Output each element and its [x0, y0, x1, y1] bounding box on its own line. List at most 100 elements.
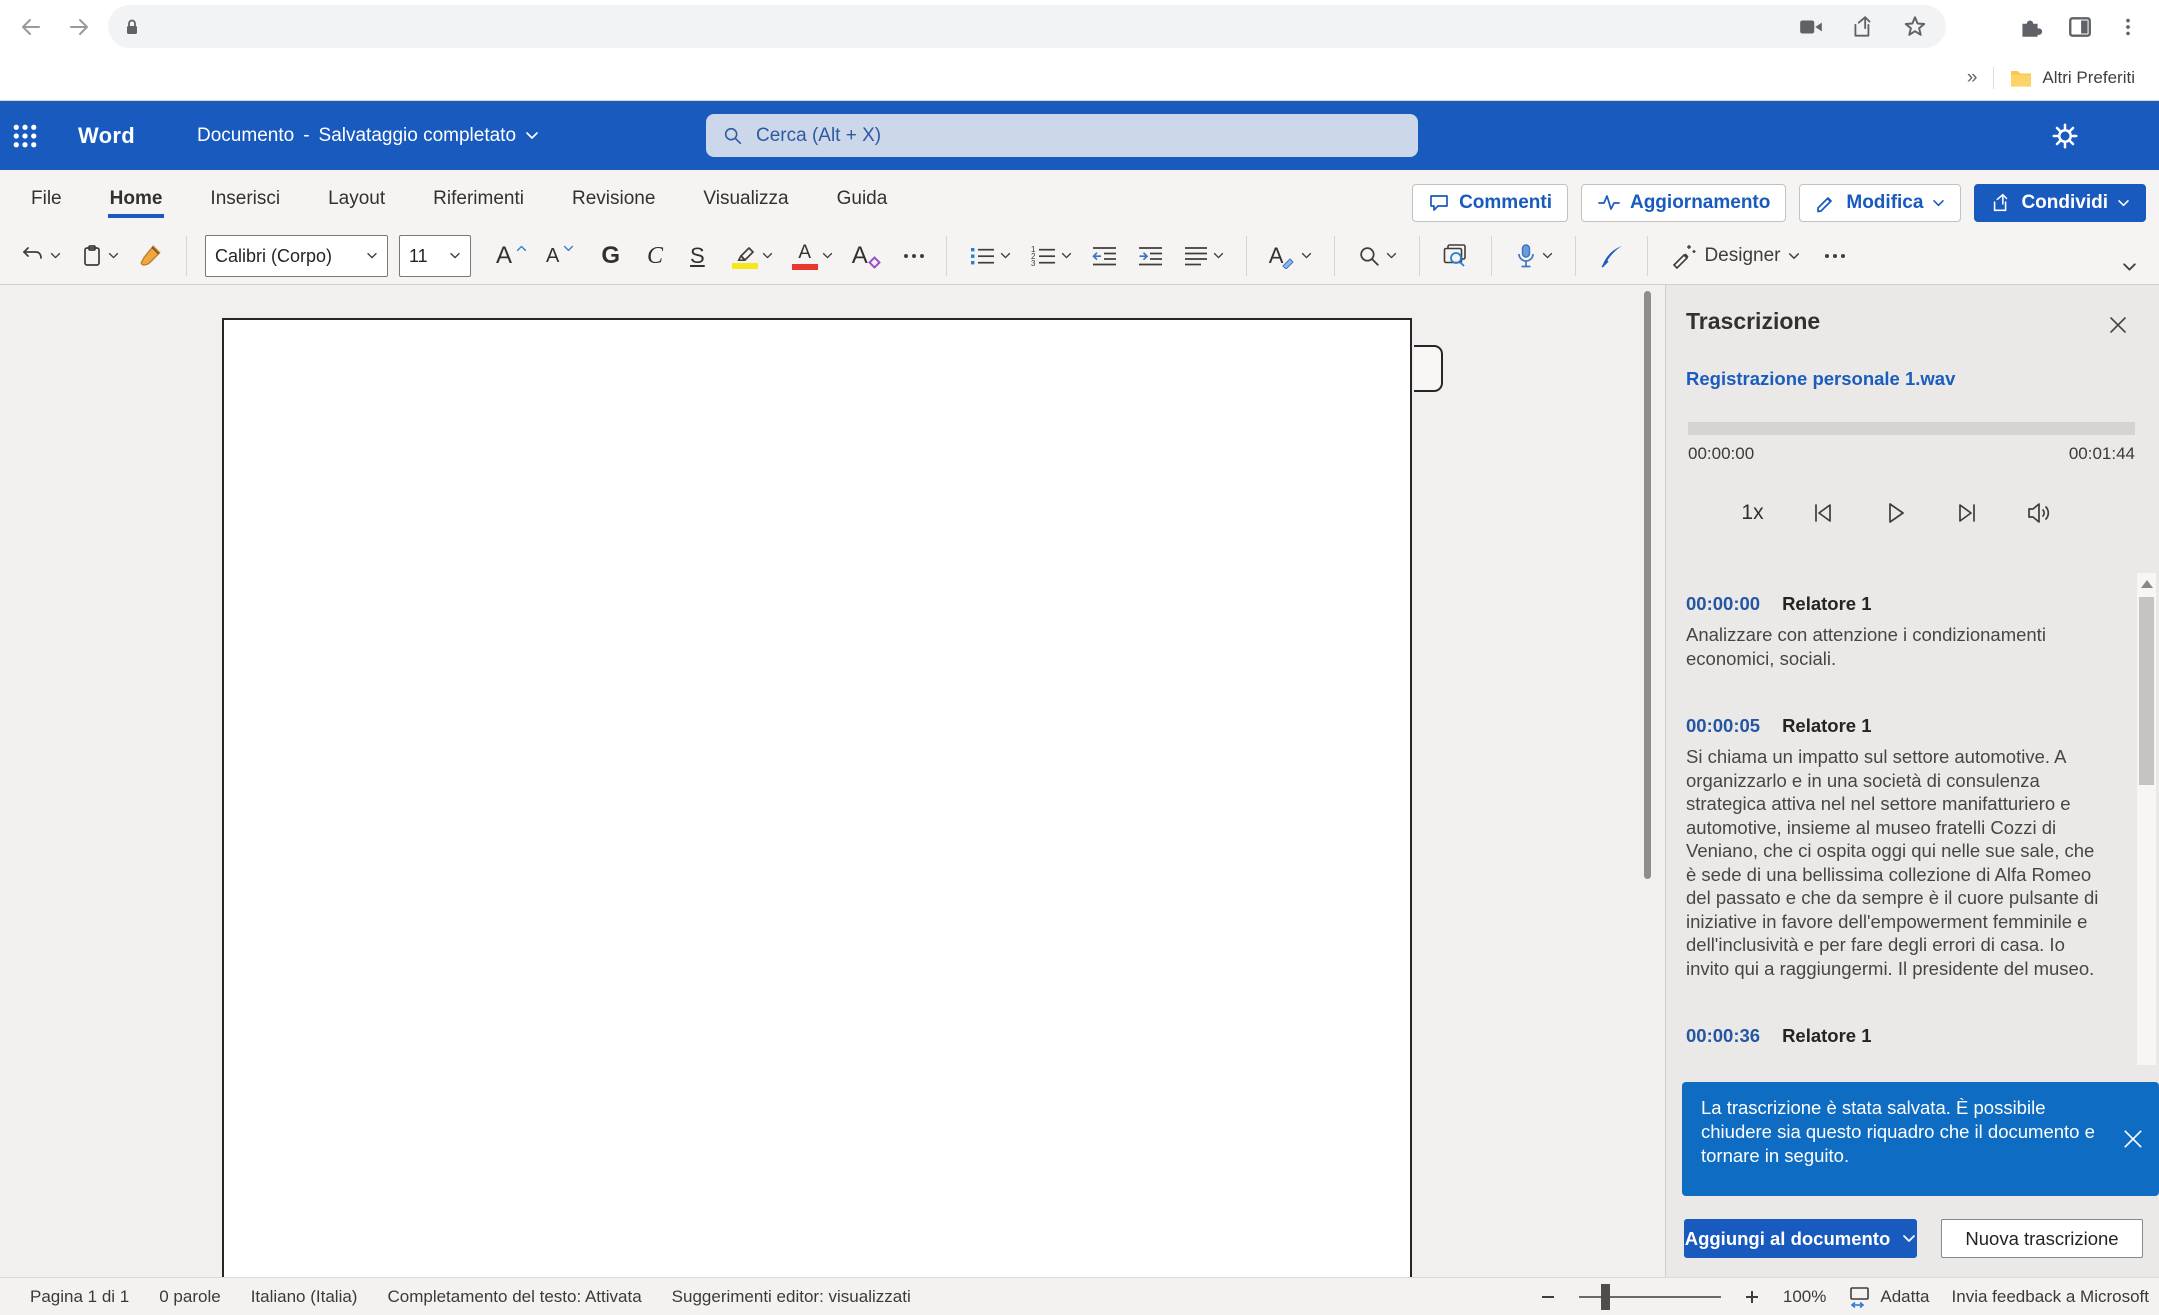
updates-button[interactable]: Aggiornamento: [1581, 184, 1786, 222]
immersive-reader-button[interactable]: [1438, 239, 1473, 273]
fit-label: Adatta: [1880, 1287, 1929, 1307]
feedback-link[interactable]: Invia feedback a Microsoft: [1952, 1287, 2149, 1307]
fit-width-button[interactable]: Adatta: [1848, 1285, 1929, 1309]
document-scrollbar[interactable]: [1644, 291, 1651, 879]
page-count[interactable]: Pagina 1 di 1: [30, 1287, 129, 1307]
shrink-font-button[interactable]: A: [542, 240, 578, 272]
italic-button[interactable]: C: [643, 240, 667, 272]
panel-close-button[interactable]: [2104, 311, 2132, 339]
app-name[interactable]: Word: [78, 123, 135, 149]
text-completion-status[interactable]: Completamento del testo: Attivata: [387, 1287, 641, 1307]
address-bar[interactable]: [108, 5, 1946, 48]
document-title[interactable]: Documento - Salvataggio completato: [197, 125, 539, 147]
designer-button[interactable]: Designer: [1666, 239, 1804, 273]
tab-inserisci[interactable]: Inserisci: [201, 174, 289, 224]
scroll-up-arrow-icon[interactable]: [2141, 580, 2153, 588]
transcript-entry[interactable]: 00:00:00 Relatore 1 Analizzare con atten…: [1686, 593, 2107, 670]
word-count[interactable]: 0 parole: [159, 1287, 220, 1307]
margin-comment-tab[interactable]: [1414, 345, 1443, 392]
editor-button[interactable]: [1594, 239, 1629, 274]
browser-menu-icon[interactable]: [2117, 16, 2139, 38]
settings-button[interactable]: [2048, 119, 2082, 153]
side-panel-icon[interactable]: [2067, 14, 2093, 40]
document-page[interactable]: [222, 318, 1412, 1277]
tab-visualizza[interactable]: Visualizza: [694, 174, 797, 224]
more-toolbar-options-button[interactable]: [1821, 250, 1849, 262]
transcript-entry[interactable]: 00:00:05 Relatore 1 Si chiama un impatto…: [1686, 715, 2107, 980]
chevron-down-icon: [1788, 252, 1800, 261]
chevron-down-icon: [1542, 252, 1553, 260]
increase-indent-button[interactable]: [1133, 240, 1168, 272]
browser-back-button[interactable]: [14, 10, 48, 44]
camera-icon[interactable]: [1798, 14, 1824, 40]
transcript-list: 00:00:00 Relatore 1 Analizzare con atten…: [1666, 573, 2159, 1070]
main-area: Trascrizione Registrazione personale 1.w…: [0, 285, 2159, 1277]
tab-riferimenti[interactable]: Riferimenti: [424, 174, 533, 224]
app-launcher-button[interactable]: [0, 101, 50, 170]
skip-forward-icon[interactable]: [1954, 500, 1980, 526]
find-button[interactable]: [1353, 240, 1401, 273]
underline-button[interactable]: S: [686, 239, 709, 272]
editor-suggestions-status[interactable]: Suggerimenti editor: visualizzati: [672, 1287, 911, 1307]
extensions-icon[interactable]: [2017, 14, 2043, 40]
zoom-out-button[interactable]: [1539, 1288, 1557, 1306]
skip-back-icon[interactable]: [1810, 500, 1836, 526]
playback-speed-button[interactable]: 1x: [1741, 501, 1763, 525]
tab-revisione[interactable]: Revisione: [563, 174, 664, 224]
more-font-options-button[interactable]: [900, 250, 928, 262]
zoom-slider[interactable]: [1579, 1296, 1721, 1298]
format-painter-button[interactable]: [134, 239, 168, 273]
styles-button[interactable]: A: [1265, 239, 1317, 273]
share-icon[interactable]: [1850, 14, 1876, 40]
search-input[interactable]: [756, 125, 1402, 147]
play-icon[interactable]: [1882, 500, 1908, 526]
new-transcription-button[interactable]: Nuova trascrizione: [1941, 1219, 2143, 1258]
toast-close-button[interactable]: [2120, 1126, 2146, 1152]
tab-layout[interactable]: Layout: [319, 174, 394, 224]
paste-button[interactable]: [76, 239, 123, 273]
audio-progress-bar[interactable]: [1688, 422, 2135, 435]
search-box[interactable]: [706, 114, 1418, 157]
numbered-list-button[interactable]: 123: [1026, 240, 1076, 272]
language-indicator[interactable]: Italiano (Italia): [251, 1287, 358, 1307]
collapse-ribbon-button[interactable]: [2122, 260, 2137, 278]
zoom-level[interactable]: 100%: [1783, 1287, 1826, 1307]
zoom-in-button[interactable]: [1743, 1288, 1761, 1306]
dictate-button[interactable]: [1510, 239, 1557, 274]
undo-button[interactable]: [16, 240, 65, 272]
font-name-select[interactable]: Calibri (Corpo): [205, 235, 388, 277]
font-color-button[interactable]: A: [788, 239, 837, 274]
text-effects-button[interactable]: A: [848, 240, 883, 272]
font-size-select[interactable]: 11: [399, 235, 471, 277]
comments-button[interactable]: Commenti: [1412, 184, 1568, 222]
align-button[interactable]: [1179, 240, 1228, 272]
bookmark-star-icon[interactable]: [1902, 14, 1928, 40]
transcript-scrollbar[interactable]: [2137, 573, 2156, 1065]
decrease-indent-button[interactable]: [1087, 240, 1122, 272]
tab-guida[interactable]: Guida: [828, 174, 897, 224]
recording-file-link[interactable]: Registrazione personale 1.wav: [1686, 368, 1955, 390]
tab-home[interactable]: Home: [101, 174, 172, 224]
browser-forward-button[interactable]: [62, 10, 96, 44]
zoom-slider-thumb[interactable]: [1601, 1284, 1610, 1310]
url-input[interactable]: [142, 17, 1798, 37]
bookmarks-overflow-button[interactable]: »: [1967, 67, 1978, 89]
scrollbar-thumb[interactable]: [2139, 597, 2154, 785]
entry-timestamp[interactable]: 00:00:00: [1686, 593, 1760, 615]
add-to-document-button[interactable]: Aggiungi al documento: [1684, 1219, 1917, 1258]
transcript-entry[interactable]: 00:00:36 Relatore 1: [1686, 1025, 2107, 1047]
transcript-entry-header: 00:00:36 Relatore 1: [1686, 1025, 2107, 1047]
entry-timestamp[interactable]: 00:00:36: [1686, 1025, 1760, 1047]
share-button[interactable]: Condividi: [1974, 184, 2146, 222]
highlight-button[interactable]: [728, 239, 777, 273]
entry-timestamp[interactable]: 00:00:05: [1686, 715, 1760, 737]
bold-button[interactable]: G: [597, 240, 624, 272]
bookmarks-folder[interactable]: Altri Preferiti: [2010, 68, 2135, 88]
tab-file[interactable]: File: [22, 174, 71, 224]
volume-icon[interactable]: [2026, 500, 2054, 526]
document-canvas: [0, 285, 1665, 1277]
align-justify-icon: [1183, 244, 1209, 268]
edit-mode-button[interactable]: Modifica: [1799, 184, 1961, 222]
bullet-list-button[interactable]: [965, 240, 1015, 272]
grow-font-button[interactable]: A: [492, 240, 531, 272]
